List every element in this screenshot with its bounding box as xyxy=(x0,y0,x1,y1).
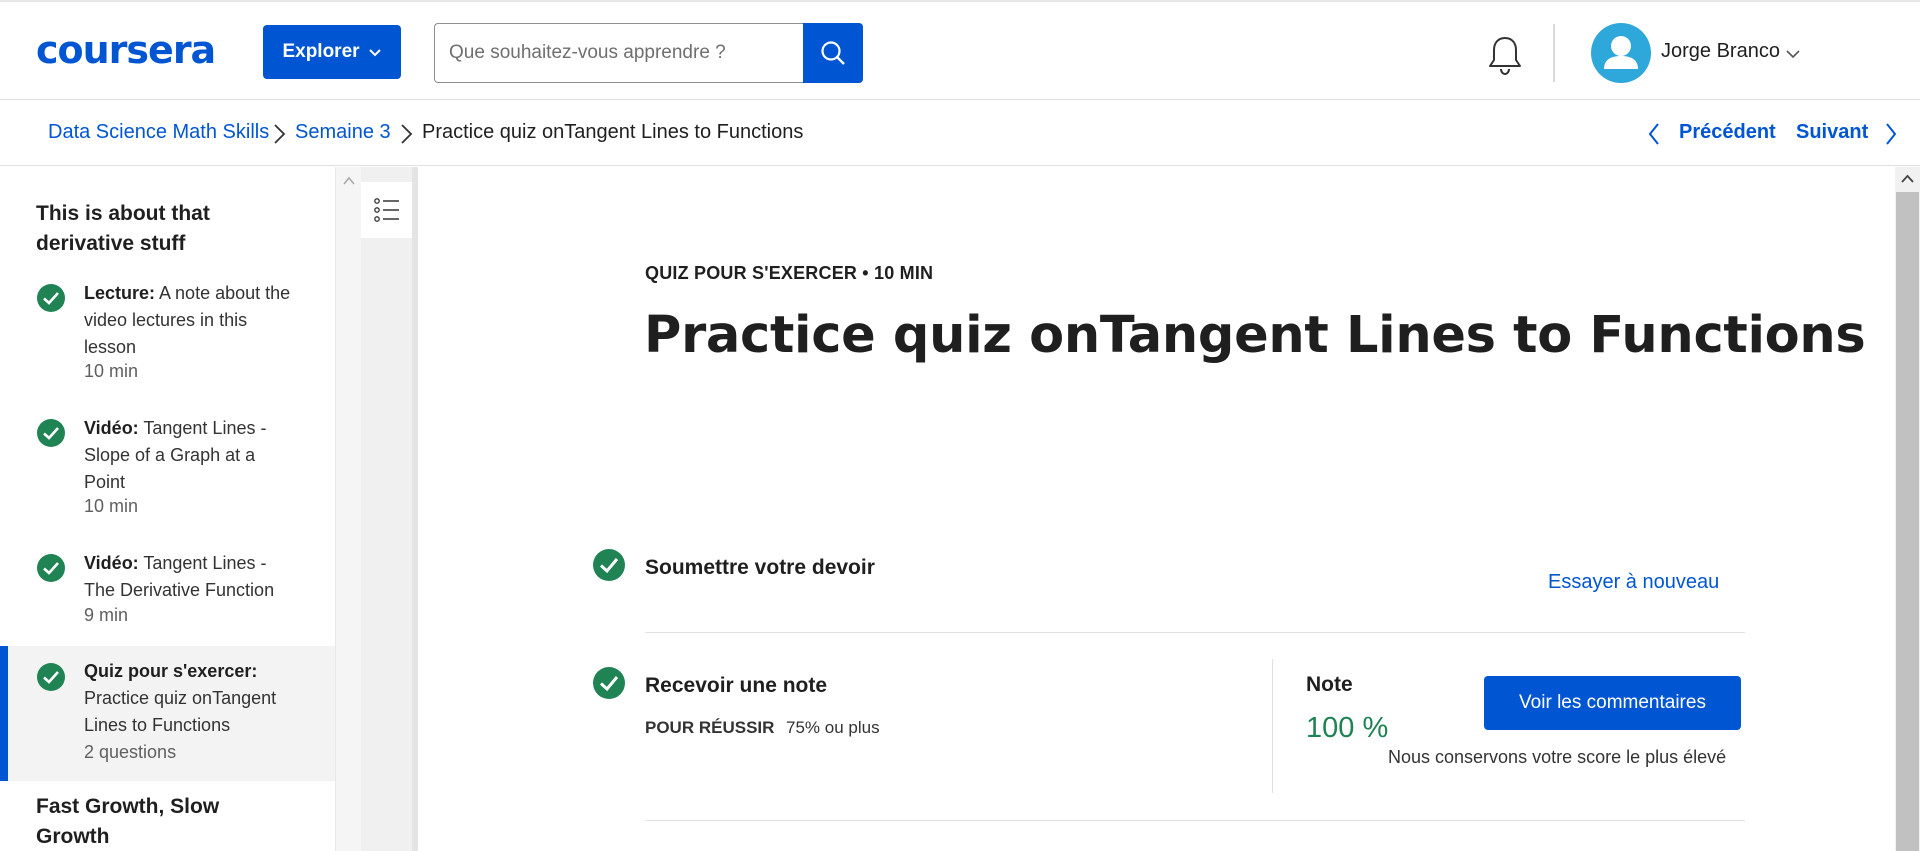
user-icon xyxy=(1604,36,1638,69)
breadcrumb-course[interactable]: Data Science Math Skills xyxy=(48,121,269,144)
chevron-down-icon[interactable] xyxy=(1785,46,1801,62)
item-duration: 9 min xyxy=(84,605,129,625)
list-icon xyxy=(373,198,399,222)
section-title: This is about that derivative stuff xyxy=(36,202,210,255)
search-icon xyxy=(821,41,845,65)
check-circle-icon xyxy=(37,419,65,447)
coursera-logo[interactable]: coursera xyxy=(36,28,216,72)
check-circle-icon xyxy=(593,667,625,699)
breadcrumb-current: Practice quiz onTangent Lines to Functio… xyxy=(422,121,804,143)
view-feedback-button[interactable]: Voir les commentaires xyxy=(1484,676,1741,730)
sidebar-item-text: Quiz pour s'exercer: Practice quiz onTan… xyxy=(84,658,294,739)
explore-label: Explorer xyxy=(282,41,360,62)
divider xyxy=(645,632,1745,633)
check-circle-icon xyxy=(37,554,65,582)
sidebar-item-text: Lecture: A note about the video lectures… xyxy=(84,280,294,361)
chevron-left-icon[interactable] xyxy=(1647,122,1661,146)
course-sidebar: This is about that derivative stuff Lect… xyxy=(0,167,335,851)
check-circle-icon xyxy=(37,284,65,312)
breadcrumb-week[interactable]: Semaine 3 xyxy=(295,121,391,144)
item-duration: 2 questions xyxy=(84,742,177,762)
chevron-right-icon xyxy=(401,124,413,144)
item-title: Practice quiz onTangent Lines to Functio… xyxy=(84,688,277,735)
sidebar-item-text: Vidéo: Tangent Lines - The Derivative Fu… xyxy=(84,550,294,604)
explore-button[interactable]: Explorer xyxy=(263,25,401,79)
toggle-outline-button[interactable] xyxy=(361,182,412,238)
sidebar-scrollbar[interactable] xyxy=(335,167,361,851)
grade-label: Note xyxy=(1306,673,1353,696)
sidebar-item-practice-quiz[interactable]: Quiz pour s'exercer: Practice quiz onTan… xyxy=(0,646,335,781)
previous-link[interactable]: Précédent xyxy=(1679,121,1776,144)
active-indicator xyxy=(0,646,8,781)
header-divider xyxy=(1553,24,1555,82)
item-kicker: QUIZ POUR S'EXERCER • 10 MIN xyxy=(645,263,934,283)
bell-icon[interactable] xyxy=(1485,34,1525,76)
item-duration: 10 min xyxy=(84,361,139,381)
page-title: Practice quiz onTangent Lines to Functio… xyxy=(644,306,1866,365)
top-header: coursera Explorer Jorge Branco xyxy=(0,2,1920,100)
pass-label: POUR RÉUSSIR xyxy=(645,718,775,737)
sidebar-item-lecture-note[interactable]: Lecture: A note about the video lectures… xyxy=(0,277,335,397)
pass-value: 75% ou plus xyxy=(786,718,880,737)
next-section-title[interactable]: Fast Growth, Slow Growth xyxy=(36,792,276,851)
sidebar-item-text: Vidéo: Tangent Lines - Slope of a Graph … xyxy=(84,415,294,496)
submit-step-title: Soumettre votre devoir xyxy=(645,556,875,579)
avatar[interactable] xyxy=(1591,23,1651,83)
item-type: Vidéo: xyxy=(84,553,139,573)
next-link[interactable]: Suivant xyxy=(1796,121,1868,144)
divider xyxy=(645,820,1745,821)
grade-value: 100 % xyxy=(1306,712,1389,744)
check-circle-icon xyxy=(593,549,625,581)
sidebar-item-video-slope[interactable]: Vidéo: Tangent Lines - Slope of a Graph … xyxy=(0,412,335,532)
page-scrollbar[interactable] xyxy=(1895,167,1920,851)
chevron-down-icon xyxy=(368,49,381,57)
item-type: Lecture: xyxy=(84,283,156,303)
outline-panel xyxy=(361,167,418,851)
item-type: Vidéo: xyxy=(84,418,139,438)
chevron-up-icon[interactable] xyxy=(342,175,356,187)
chevron-right-icon[interactable] xyxy=(1884,122,1898,146)
check-circle-icon xyxy=(37,663,65,691)
column-divider xyxy=(1272,659,1273,793)
highest-score-note: Nous conservons votre score le plus élev… xyxy=(1388,747,1727,767)
item-type: Quiz pour s'exercer: xyxy=(84,661,258,681)
chevron-up-icon[interactable] xyxy=(1901,174,1914,184)
sidebar-item-video-derivative[interactable]: Vidéo: Tangent Lines - The Derivative Fu… xyxy=(0,547,335,642)
scrollbar-thumb[interactable] xyxy=(1896,192,1919,851)
grade-step-title: Recevoir une note xyxy=(645,674,828,697)
user-name[interactable]: Jorge Branco xyxy=(1661,40,1780,63)
breadcrumb: Data Science Math Skills Semaine 3 Pract… xyxy=(0,101,1920,166)
retry-link[interactable]: Essayer à nouveau xyxy=(1548,571,1719,594)
search-button[interactable] xyxy=(803,23,863,83)
chevron-right-icon xyxy=(274,124,286,144)
item-duration: 10 min xyxy=(84,496,139,516)
search-input[interactable] xyxy=(434,23,804,83)
